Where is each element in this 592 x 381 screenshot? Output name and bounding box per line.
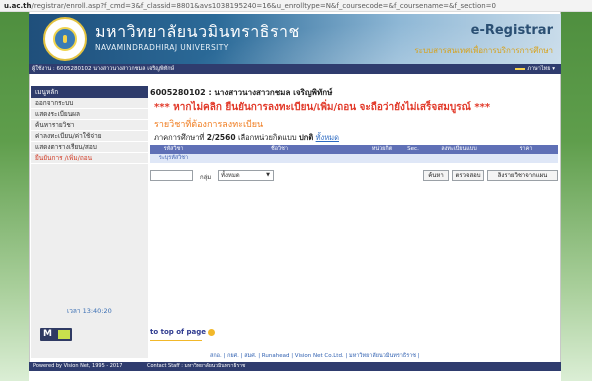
chevron-down-icon: ▼	[266, 172, 270, 178]
header-banner: มหาวิทยาลัยนวมินทราธิราช NAVAMINDRADHIRA…	[29, 14, 561, 64]
sidebar-item-schedule[interactable]: แสดงตารางเรียน/สอบ	[31, 142, 148, 153]
system-subtitle: ระบบสารสนเทศเพื่อการบริการการศึกษา	[414, 46, 553, 55]
warning-message: *** หากไม่คลิก ยืนยันการลงทะเบียน/เพิ่ม/…	[154, 102, 491, 113]
term-select-text: เลือกหน่วยกิตแบบ	[237, 133, 297, 142]
url-host: u.ac.th	[4, 2, 32, 10]
check-button[interactable]: ตรวจสอบ	[452, 170, 484, 181]
language-selector[interactable]: ภาษาไทย ▾	[515, 64, 555, 74]
left-background-panel	[0, 12, 29, 381]
term-all-link[interactable]: ทั้งหมด	[316, 133, 339, 142]
term-value: 2/2560	[206, 133, 236, 142]
menu-bars-icon	[515, 67, 526, 70]
seal-crown	[63, 35, 67, 43]
sidebar-item-course-search[interactable]: ค้นหารายวิชา	[31, 120, 148, 131]
footer-bar: Powered by Vision Net, 1995 - 2017 Conta…	[29, 362, 561, 371]
address-bar[interactable]: u.ac.th/registrar/enroll.asp?f_cmd=3&f_c…	[0, 0, 592, 12]
col-enroll-type: ลงทะเบียนแบบ	[441, 146, 477, 152]
vendor-logo-letter: M	[43, 329, 52, 339]
group-select-value: ทั้งหมด	[221, 172, 240, 179]
seal-inner	[53, 27, 77, 51]
group-select[interactable]: ทั้งหมด ▼	[218, 170, 274, 181]
sidebar-item-grades[interactable]: แสดงระเบียนผล	[31, 109, 148, 120]
section-subtitle: รายวิชาที่ต้องการลงทะเบียน	[154, 120, 264, 130]
user-info: ผู้ใช้งาน : 6005280102 นางสาวนางสาวกชมล …	[32, 66, 175, 72]
course-code-input[interactable]	[150, 170, 193, 181]
table-header: รหัสวิชา ชื่อวิชา หน่วยกิต Sec. ลงทะเบีย…	[150, 145, 558, 154]
sidebar-title: เมนูหลัก	[31, 86, 148, 98]
term-label: ภาคการศึกษาที่	[154, 133, 205, 142]
search-controls: กลุ่ม ทั้งหมด ▼ ค้นหา ตรวจสอบ ลิงรายวิชา…	[150, 170, 558, 184]
system-title: e-Registrar	[470, 23, 553, 38]
contact-staff: Contact Staff : มหาวิทยาลัยนวมินทราธิราช	[147, 363, 246, 369]
user-bar: ผู้ใช้งาน : 6005280102 นางสาวนางสาวกชมล …	[29, 64, 561, 74]
sidebar-item-logout[interactable]: ออกจากระบบ	[31, 98, 148, 109]
search-button[interactable]: ค้นหา	[423, 170, 449, 181]
page: u.ac.th/registrar/enroll.asp?f_cmd=3&f_c…	[0, 0, 592, 381]
table-row: ระบุรหัสวิชา	[150, 154, 558, 163]
top-of-page-underline	[150, 340, 202, 341]
sidebar: เมนูหลัก ออกจากระบบ แสดงระเบียนผล ค้นหาร…	[31, 86, 148, 358]
arrow-up-icon	[207, 328, 215, 336]
group-label: กลุ่ม	[200, 174, 212, 181]
remove-from-plan-button[interactable]: ลิงรายวิชาจากแผน	[487, 170, 558, 181]
col-price: ราคา	[519, 146, 533, 152]
university-name-thai: มหาวิทยาลัยนวมินทราธิราช	[95, 22, 300, 41]
right-background-panel	[561, 12, 592, 381]
term-line: ภาคการศึกษาที่ 2/2560 เลือกหน่วยกิตแบบ ป…	[154, 132, 339, 144]
url-path: /registrar/enroll.asp?f_cmd=3&f_classid=…	[31, 2, 496, 10]
col-course-code: รหัสวิชา	[163, 146, 184, 152]
col-credits: หน่วยกิต	[371, 146, 393, 152]
below-frame	[29, 371, 561, 381]
course-code-prompt: ระบุรหัสวิชา	[158, 155, 189, 161]
col-section: Sec.	[407, 146, 419, 152]
top-of-page-link[interactable]: to top of page	[150, 328, 215, 336]
university-name-english: NAVAMINDRADHIRAJ UNIVERSITY	[95, 43, 229, 52]
clock-time: เวลา 13:40:20	[67, 307, 112, 315]
footer-links[interactable]: สกอ. | กยศ. | สมศ. | Runahead | Vision N…	[210, 352, 420, 360]
language-label: ภาษาไทย ▾	[527, 66, 555, 72]
top-of-page-label: to top of page	[150, 328, 206, 336]
sidebar-item-fees[interactable]: ค่าลงทะเบียน/ค่าใช้จ่าย	[31, 131, 148, 142]
vendor-logo: M	[40, 328, 72, 341]
student-heading: 6005280102 : นางสาวนางสาวกชมล เจริญพิทัก…	[150, 88, 333, 97]
term-mode: ปกติ	[299, 133, 314, 142]
sidebar-item-enroll[interactable]: ยืนยันการ /เพิ่ม/ถอน	[31, 153, 148, 164]
university-seal-icon	[43, 17, 87, 61]
vendor-logo-badge	[58, 330, 70, 339]
col-course-name: ชื่อวิชา	[271, 146, 288, 152]
powered-by: Powered by Vision Net, 1995 - 2017	[33, 363, 123, 369]
